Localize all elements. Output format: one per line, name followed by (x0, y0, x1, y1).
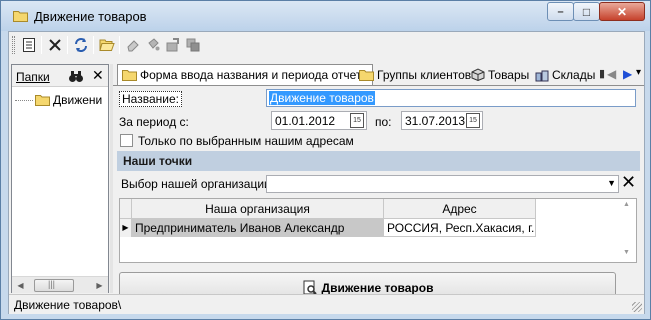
title-bar[interactable]: Движение товаров – □ ✕ (1, 1, 650, 31)
toolbar (9, 32, 644, 58)
copy-icon (186, 38, 200, 52)
tab-goods[interactable]: Товары (471, 65, 529, 84)
scroll-down-icon[interactable]: ▼ (623, 249, 630, 256)
folders-panel-close-icon[interactable]: ✕ (92, 67, 104, 84)
eraser-button[interactable] (123, 35, 143, 55)
eraser-icon (127, 40, 139, 52)
tab-strip: Форма ввода названия и периода отчета Гр… (113, 64, 644, 85)
open-folder-button[interactable] (97, 35, 117, 55)
tab-warehouses[interactable]: Склады (535, 65, 595, 84)
scroll-right-icon[interactable]: ▶ (91, 277, 108, 294)
report-form: Название: Движение товаров За период с: … (113, 85, 644, 304)
folder-icon (122, 70, 137, 81)
refresh-button[interactable] (71, 35, 91, 55)
name-input[interactable]: Движение товаров (266, 89, 636, 107)
minimize-icon: – (557, 5, 564, 18)
grip-icon: ||| (48, 279, 56, 289)
date-to-value: 31.07.2013 (405, 113, 466, 128)
toolbar-separator (41, 36, 42, 54)
table-cell-address[interactable]: РОССИЯ, Респ.Хакасия, г.Са (384, 219, 536, 237)
tree-connector (15, 99, 33, 101)
scrollbar-thumb[interactable]: ||| (34, 279, 74, 292)
status-bar: Движение товаров\ (9, 294, 644, 314)
tree-item-label: Движени (53, 93, 103, 107)
box-icon (471, 68, 485, 81)
table-cell-org[interactable]: Предприниматель Иванов Александр (132, 219, 384, 237)
clear-icon[interactable]: ✕ (621, 172, 636, 192)
toolbar-separator (67, 36, 68, 54)
tab-label: Склады (552, 67, 596, 82)
tab-label: Товары (488, 67, 530, 82)
tab-menu-icon[interactable]: ▾ (636, 67, 641, 78)
calendar-icon[interactable]: 15 (350, 113, 364, 128)
tab-client-groups[interactable]: Группы клиентов (359, 65, 471, 84)
open-folder-icon (99, 39, 115, 51)
report-panel: Форма ввода названия и периода отчета Гр… (113, 64, 644, 304)
properties-button[interactable] (19, 35, 39, 55)
date-to-input[interactable]: 31.07.2013 15 (401, 111, 483, 130)
folder-icon (13, 11, 28, 22)
column-header-address[interactable]: Адрес (384, 199, 536, 219)
calendar-icon[interactable]: 15 (466, 113, 480, 128)
window-title: Движение товаров (34, 9, 147, 24)
folders-horizontal-scrollbar[interactable]: ◀ ||| ▶ (12, 276, 108, 293)
date-from-value: 01.01.2012 (275, 113, 336, 128)
bucket-icon (148, 38, 160, 51)
tab-form[interactable]: Форма ввода названия и периода отчета (117, 64, 373, 85)
resize-grip-icon[interactable] (632, 302, 642, 312)
date-from-input[interactable]: 01.01.2012 15 (271, 111, 367, 130)
org-table: Наша организация Адрес ▶ Предприниматель… (119, 198, 637, 263)
toolbar-separator (119, 36, 120, 54)
tab-next-icon[interactable]: ▶ (623, 67, 632, 81)
tab-label: Форма ввода названия и периода отчета (140, 68, 368, 82)
copy-button[interactable] (183, 35, 203, 55)
delete-button[interactable] (45, 35, 65, 55)
tree-item[interactable]: Движени (15, 92, 107, 108)
properties-icon (23, 38, 35, 52)
folder-icon (359, 69, 374, 81)
fill-button[interactable] (143, 35, 163, 55)
folder-icon (35, 95, 50, 106)
maximize-button[interactable]: □ (573, 2, 600, 21)
org-select[interactable]: ▼ (266, 175, 619, 193)
close-button[interactable]: ✕ (599, 2, 645, 21)
org-select-label: Выбор нашей организации: (121, 177, 275, 191)
name-input-value: Движение товаров (269, 91, 375, 105)
minimize-button[interactable]: – (547, 2, 574, 21)
tab-prev-icon[interactable]: ◀ (607, 67, 616, 81)
run-report-label: Движение товаров (321, 281, 434, 295)
tab-scroll-marker-icon: ▮ (599, 68, 606, 80)
only-selected-label: Только по выбранным нашим адресам (138, 134, 354, 148)
app-window: Движение товаров – □ ✕ Папки ✕ Движени ◀… (0, 0, 651, 320)
folders-panel-header: Папки ✕ (12, 65, 108, 87)
close-icon: ✕ (616, 4, 628, 19)
stamp-button[interactable] (163, 35, 183, 55)
scroll-up-icon[interactable]: ▲ (623, 201, 630, 208)
name-label: Название: (119, 91, 182, 107)
table-corner (120, 199, 132, 219)
row-indicator-icon: ▶ (120, 219, 132, 237)
scroll-left-icon[interactable]: ◀ (12, 277, 29, 294)
chevron-down-icon[interactable]: ▼ (607, 178, 616, 188)
toolbar-separator (93, 36, 94, 54)
toolbar-grip[interactable] (12, 36, 15, 54)
refresh-icon (75, 38, 87, 52)
column-header-org[interactable]: Наша организация (132, 199, 384, 219)
delete-icon (49, 39, 61, 51)
folders-panel-title: Папки (16, 70, 50, 84)
tab-label: Группы клиентов (377, 67, 472, 82)
warehouse-icon (535, 70, 549, 81)
table-vertical-scrollbar[interactable]: ▲ ▼ (619, 199, 636, 262)
section-header: Наши точки (117, 151, 640, 171)
stamp-icon (166, 38, 179, 52)
period-label: За период с: (119, 115, 189, 129)
maximize-icon: □ (582, 4, 591, 19)
client-area: Папки ✕ Движени ◀ ||| ▶ Форма ввода назв… (8, 31, 645, 314)
binoculars-icon[interactable] (68, 68, 84, 84)
only-selected-checkbox[interactable] (120, 134, 133, 147)
status-text: Движение товаров\ (14, 298, 122, 312)
folders-panel: Папки ✕ Движени ◀ ||| ▶ (11, 64, 109, 293)
period-to-label: по: (375, 115, 392, 129)
